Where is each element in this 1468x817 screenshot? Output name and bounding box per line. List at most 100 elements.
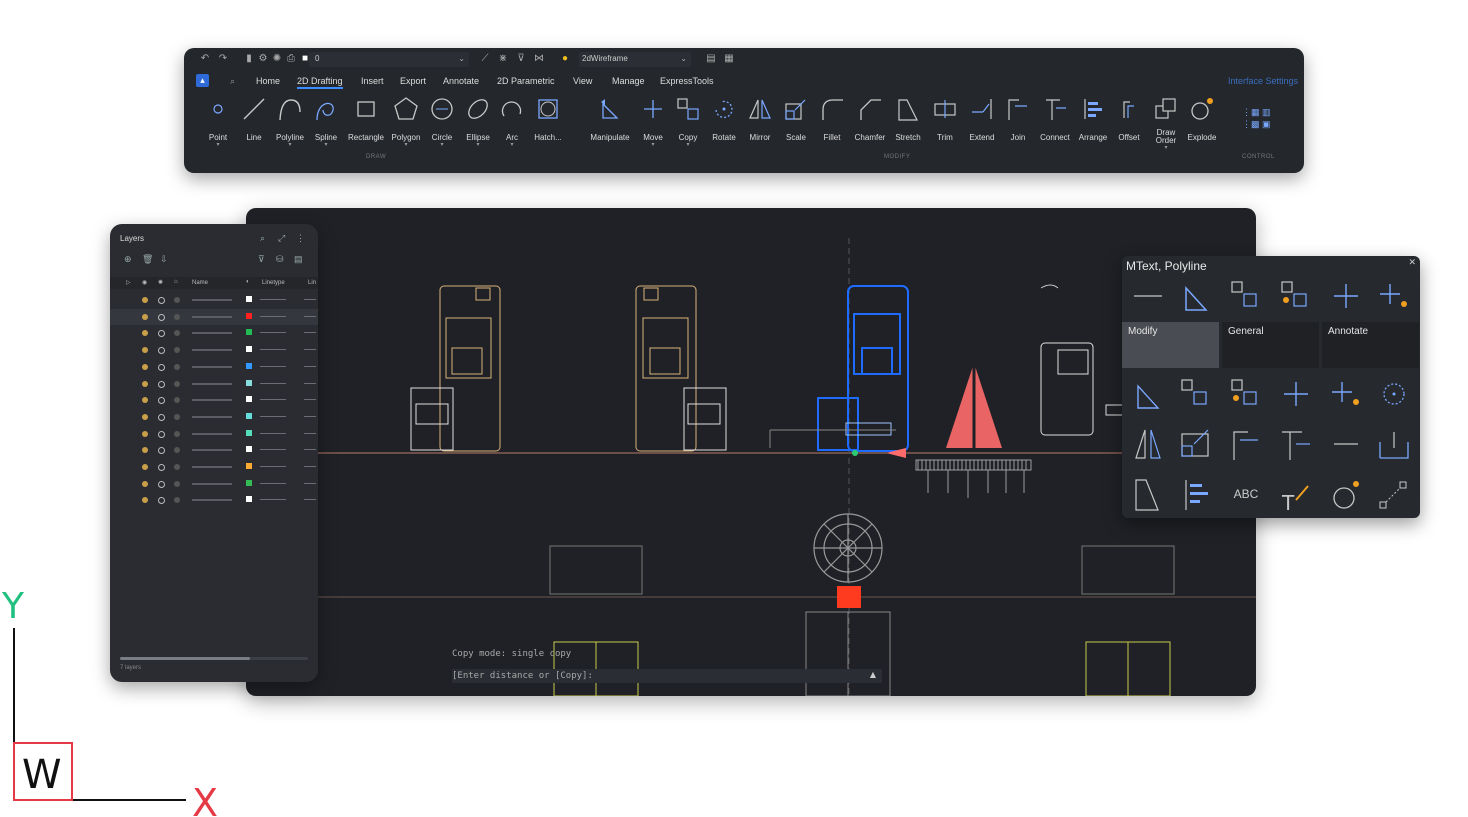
machine-2[interactable] — [635, 285, 727, 452]
layer-lock-icon[interactable] — [174, 480, 180, 487]
layer-walk-icon[interactable]: ⋈ — [534, 54, 544, 64]
layer-on-icon[interactable] — [142, 297, 148, 303]
layer-lineweight[interactable] — [304, 315, 316, 317]
layer-linetype[interactable] — [260, 482, 286, 484]
line-tool[interactable]: Line — [234, 96, 274, 142]
layer-states-icon[interactable]: ⛁ — [276, 254, 284, 265]
mirror-tool[interactable]: Mirror — [740, 96, 780, 142]
layer-linetype[interactable] — [260, 415, 286, 417]
layer-lineweight[interactable] — [304, 382, 316, 384]
scale-tool[interactable]: Scale — [776, 96, 816, 142]
machine-4[interactable] — [1040, 342, 1125, 436]
layer-on-icon[interactable] — [142, 397, 148, 404]
layer-freeze-icon[interactable] — [158, 413, 165, 421]
redo-icon[interactable]: ↷ — [218, 54, 228, 64]
explode-tool[interactable]: Explode — [1182, 96, 1222, 142]
layer-lock-icon[interactable] — [174, 397, 180, 404]
undo-icon[interactable]: ↶ — [200, 54, 210, 64]
layer-lock-icon[interactable] — [174, 413, 180, 420]
layer-color-swatch[interactable] — [246, 412, 252, 419]
layer-lock-icon[interactable] — [174, 380, 180, 387]
layer-color-swatch[interactable] — [246, 463, 252, 469]
layer-row[interactable] — [110, 308, 318, 325]
interface-settings-link[interactable]: Interface Settings — [1228, 76, 1298, 86]
layer-lineweight[interactable] — [304, 332, 316, 334]
filter-icon[interactable]: ⋮▩ — [1242, 119, 1260, 129]
set-current-icon[interactable]: ⇩ — [160, 254, 168, 265]
search-icon[interactable]: ⌕ — [230, 76, 235, 87]
layer-freeze-icon[interactable] — [158, 297, 165, 304]
layer-lock-icon[interactable] — [174, 297, 180, 303]
layer-row[interactable] — [110, 476, 318, 492]
layer-linetype[interactable] — [260, 499, 286, 501]
layer-state-icon[interactable]: ▮ — [244, 54, 254, 64]
tab-expresstools[interactable]: ExpressTools — [660, 76, 714, 86]
spline-tool[interactable]: Spline ▾ — [306, 96, 346, 148]
rotate-tool[interactable]: Rotate — [704, 96, 744, 142]
mirror-icon[interactable] — [1124, 422, 1172, 466]
layer-lock-icon[interactable] — [174, 497, 180, 504]
name-column-header[interactable]: Name — [192, 280, 208, 286]
layer-freeze-icon[interactable] — [158, 464, 165, 471]
settings-icon[interactable]: ▤ — [294, 254, 303, 265]
layer-row[interactable] — [110, 426, 318, 442]
text-abc-icon[interactable]: ABC — [1222, 472, 1270, 516]
command-input-bar[interactable]: [Enter distance or [Copy]: ▲ — [452, 669, 882, 683]
lineweight-column-header[interactable]: Lin — [308, 280, 316, 286]
circle-tool[interactable]: Circle ▾ — [422, 96, 462, 148]
layer-linetype[interactable] — [260, 365, 286, 367]
layer-row[interactable] — [110, 459, 318, 475]
explode-icon[interactable] — [1322, 472, 1370, 516]
arrange-icon[interactable] — [1172, 472, 1220, 516]
layer-linetype[interactable] — [260, 349, 286, 351]
layer-freeze-icon[interactable] — [158, 313, 165, 321]
scale-grips-icon[interactable] — [1370, 472, 1418, 516]
lightbulb-icon[interactable]: ● — [560, 54, 570, 64]
layer-color-swatch[interactable] — [246, 496, 252, 503]
layer-row[interactable] — [110, 492, 318, 508]
layer-linetype[interactable] — [260, 449, 286, 451]
layer-color-swatch[interactable] — [246, 296, 252, 302]
arc-tool[interactable]: Arc ▾ — [492, 96, 532, 148]
scale-icon[interactable] — [1172, 422, 1220, 466]
layer-on-icon[interactable] — [142, 313, 148, 320]
layer-row[interactable] — [110, 409, 318, 425]
line-icon[interactable] — [1322, 422, 1370, 466]
chevron-up-icon[interactable]: ▲ — [870, 670, 876, 679]
layer-lineweight[interactable] — [304, 432, 316, 434]
close-icon[interactable]: ✕ — [1408, 257, 1416, 268]
point-tool[interactable]: Point ▾ — [198, 96, 238, 148]
copy-multiple-icon[interactable] — [1272, 274, 1320, 318]
copy-icon[interactable] — [1172, 372, 1220, 416]
freeze-icon[interactable]: ✺ — [272, 54, 282, 64]
copy-icon[interactable] — [1222, 274, 1270, 318]
layer-color-swatch[interactable] — [246, 479, 252, 486]
layer-lineweight[interactable] — [304, 349, 316, 351]
connect-tool[interactable]: Connect — [1035, 96, 1075, 142]
layer-on-icon[interactable] — [142, 380, 148, 387]
move-copy-icon[interactable] — [1370, 274, 1418, 318]
tab-2d-parametric[interactable]: 2D Parametric — [497, 76, 555, 86]
layer-lock-icon[interactable] — [174, 330, 180, 337]
layer-lock-icon[interactable] — [174, 363, 180, 370]
layer-on-icon[interactable] — [142, 363, 148, 370]
tab-view[interactable]: View — [573, 76, 592, 86]
trim-tool[interactable]: Trim — [925, 96, 965, 142]
grip-arrow[interactable] — [886, 448, 906, 458]
tab-export[interactable]: Export — [400, 76, 426, 86]
layer-row[interactable] — [110, 392, 318, 408]
more-icon[interactable]: ⋮ — [296, 233, 305, 244]
select-icon[interactable]: ⋮▦ — [1242, 107, 1260, 117]
layer-on-icon[interactable] — [142, 330, 148, 337]
stretch-tool[interactable]: Stretch — [888, 96, 928, 142]
stretch-icon[interactable] — [1124, 472, 1172, 516]
filter-icon[interactable]: ⊽ — [258, 254, 265, 265]
move-icon[interactable] — [1322, 274, 1370, 318]
layer-lineweight[interactable] — [304, 415, 316, 417]
tab-2d-drafting[interactable]: 2D Drafting — [297, 76, 343, 89]
tab-manage[interactable]: Manage — [612, 76, 645, 86]
quad-tab-modify[interactable]: Modify — [1122, 322, 1219, 368]
layer-lock-icon[interactable] — [174, 347, 180, 354]
chamfer-tool[interactable]: Chamfer — [850, 96, 890, 142]
layer-freeze-icon[interactable] — [158, 430, 165, 438]
